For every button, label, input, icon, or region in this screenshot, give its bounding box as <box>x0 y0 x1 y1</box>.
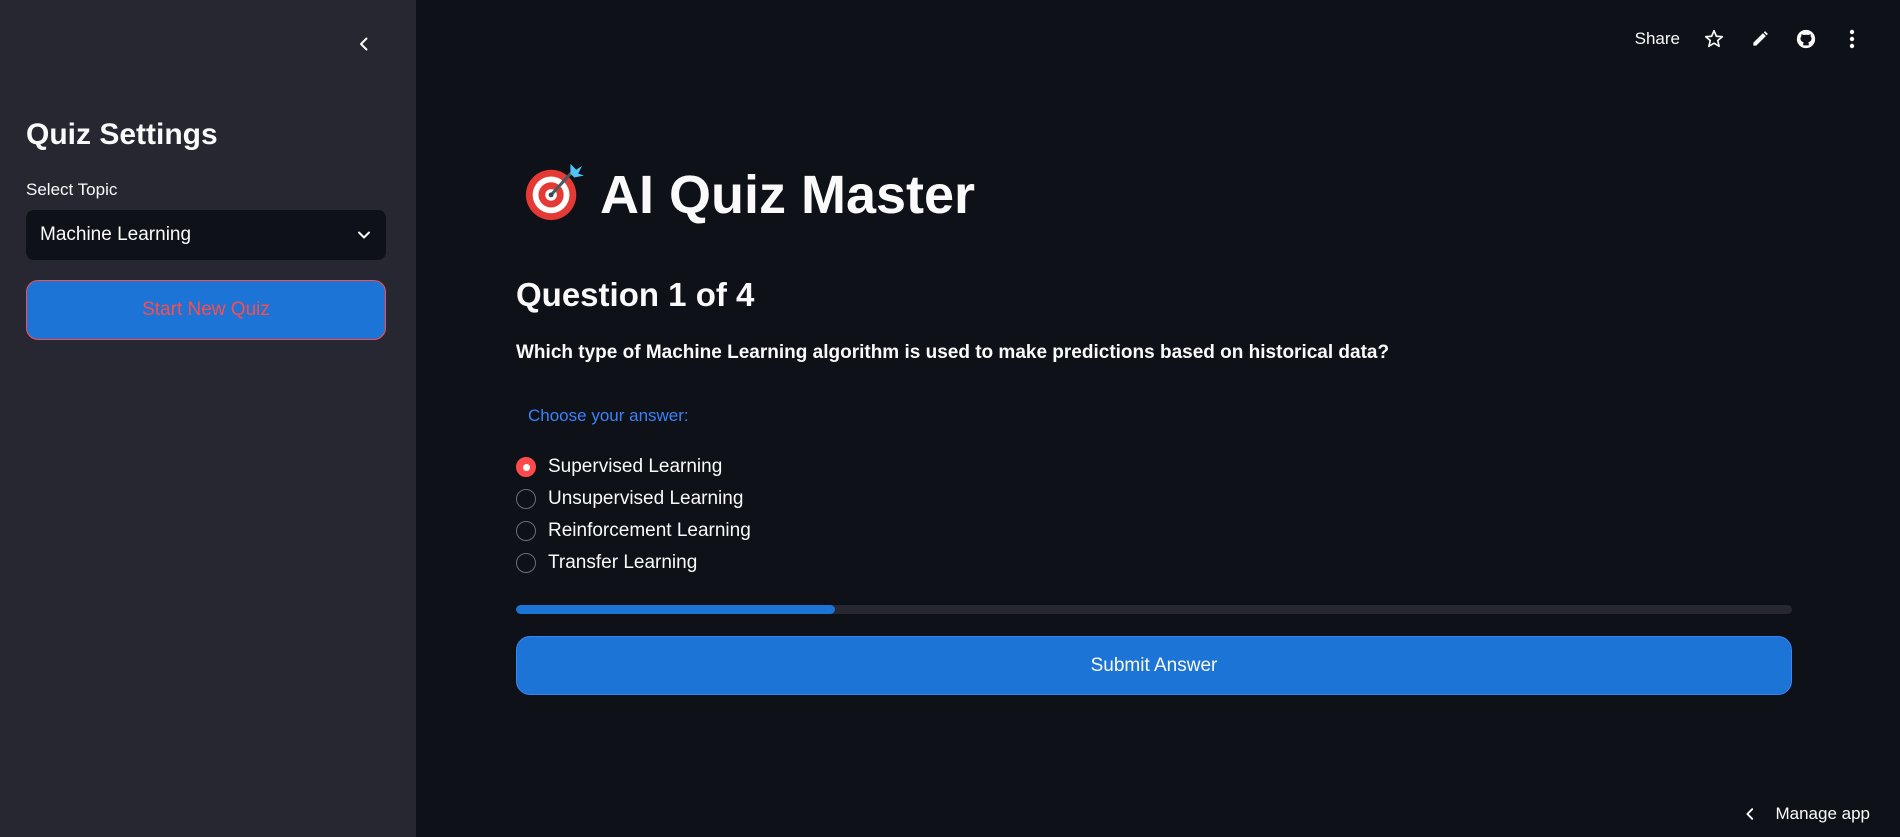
star-icon[interactable] <box>1702 27 1726 51</box>
top-toolbar: Share <box>1635 24 1864 54</box>
quiz-progress-bar <box>516 605 1792 614</box>
submit-answer-button[interactable]: Submit Answer <box>516 636 1792 695</box>
radio-button[interactable] <box>516 553 536 573</box>
share-button[interactable]: Share <box>1635 29 1680 49</box>
answer-option-reinforcement[interactable]: Reinforcement Learning <box>516 515 751 547</box>
answer-option-unsupervised[interactable]: Unsupervised Learning <box>516 483 751 515</box>
radio-button-checked[interactable] <box>516 457 536 477</box>
pencil-icon[interactable] <box>1748 27 1772 51</box>
answer-group-label: Choose your answer: <box>528 406 689 425</box>
answer-option-label: Supervised Learning <box>548 456 723 477</box>
topic-select[interactable]: Machine Learning <box>26 210 386 260</box>
main-content: Share AI Quiz Master Question 1 of 4 Whi… <box>416 0 1900 837</box>
radio-button[interactable] <box>516 521 536 541</box>
chevron-left-icon <box>1746 808 1754 820</box>
question-text: Which type of Machine Learning algorithm… <box>516 342 1390 363</box>
topic-select-value: Machine Learning <box>40 224 192 245</box>
answer-option-label: Unsupervised Learning <box>548 488 744 509</box>
start-new-quiz-button[interactable]: Start New Quiz <box>26 280 386 340</box>
topic-label: Select Topic <box>26 180 118 199</box>
manage-app-button[interactable]: Manage app <box>1743 799 1870 829</box>
chevron-down-icon <box>358 231 370 239</box>
page-title: AI Quiz Master <box>522 160 975 230</box>
question-heading: Question 1 of 4 <box>516 276 755 313</box>
answer-option-supervised[interactable]: Supervised Learning <box>516 451 751 483</box>
chevron-left-icon <box>360 37 368 51</box>
answer-radio-group: Supervised Learning Unsupervised Learnin… <box>516 451 751 579</box>
radio-button[interactable] <box>516 489 536 509</box>
answer-option-transfer[interactable]: Transfer Learning <box>516 547 751 579</box>
sidebar-title: Quiz Settings <box>26 118 218 151</box>
github-icon[interactable] <box>1794 27 1818 51</box>
answer-option-label: Transfer Learning <box>548 552 698 573</box>
sidebar: Quiz Settings Select Topic Machine Learn… <box>0 0 416 837</box>
manage-app-label: Manage app <box>1775 804 1870 823</box>
answer-option-label: Reinforcement Learning <box>548 520 751 541</box>
page-title-text: AI Quiz Master <box>600 165 976 225</box>
more-vertical-icon[interactable] <box>1840 27 1864 51</box>
collapse-sidebar-button[interactable] <box>352 32 376 56</box>
app-root: Quiz Settings Select Topic Machine Learn… <box>0 0 1900 837</box>
quiz-progress-fill <box>516 605 835 614</box>
target-icon <box>522 160 584 230</box>
